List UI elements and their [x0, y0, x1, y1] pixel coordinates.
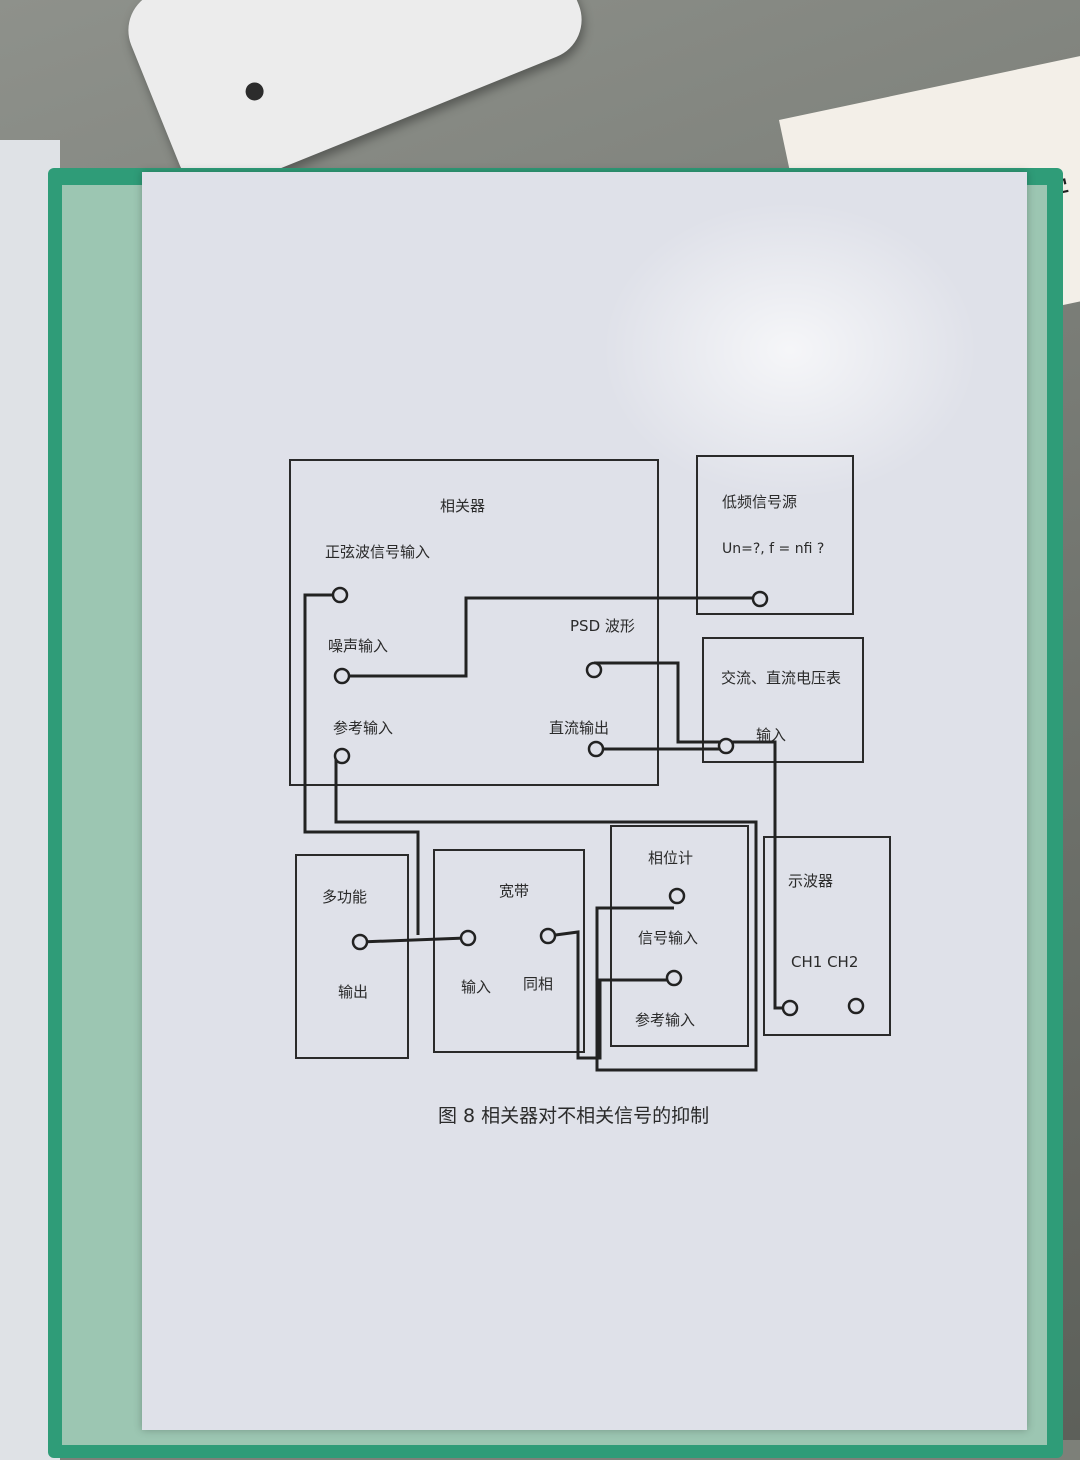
port-sine-input — [331, 586, 349, 604]
port-phase-ref — [665, 969, 683, 987]
psd-label: PSD 波形 — [570, 617, 635, 635]
port-dc-output — [587, 740, 605, 758]
figure-caption: 图 8 相关器对不相关信号的抑制 — [438, 1105, 709, 1127]
port-psd — [585, 661, 603, 679]
port-noise-input — [333, 667, 351, 685]
port-osc-ch2 — [847, 997, 865, 1015]
port-lf-source — [751, 590, 769, 608]
port-reference-input — [333, 747, 351, 765]
voltmeter-input-label: 输入 — [756, 726, 786, 744]
broadband-input-label: 输入 — [461, 978, 491, 996]
sine-input-label: 正弦波信号输入 — [325, 543, 430, 561]
circuit-diagram: 相关器 正弦波信号输入 噪声输入 PSD 波形 参考输入 直流输出 低频信号源 … — [289, 455, 891, 1127]
lf-source-box — [696, 455, 854, 615]
wire-psd — [594, 661, 790, 1010]
oscilloscope-channels: CH1 CH2 — [791, 953, 858, 971]
dc-output-label: 直流输出 — [549, 719, 609, 737]
port-broad-inphase — [539, 927, 557, 945]
phase-ref-label: 参考输入 — [635, 1011, 695, 1029]
multifunction-title: 多功能 — [322, 888, 367, 906]
lf-source-title: 低频信号源 — [722, 493, 797, 511]
port-phase-signal — [668, 887, 686, 905]
correlator-title: 相关器 — [440, 497, 485, 515]
port-osc-ch1 — [781, 999, 799, 1017]
wire-multi-broad — [359, 936, 467, 944]
broadband-title: 宽带 — [499, 882, 529, 900]
phase-meter-title: 相位计 — [648, 849, 693, 867]
port-voltmeter-input — [717, 737, 735, 755]
multifunction-box — [295, 854, 409, 1059]
reference-input-label: 参考输入 — [333, 719, 393, 737]
phase-signal-label: 信号输入 — [638, 929, 698, 947]
noise-input-label: 噪声输入 — [328, 637, 388, 655]
broadband-box — [433, 849, 585, 1053]
multifunction-output-label: 输出 — [338, 983, 368, 1001]
port-multi-output — [351, 933, 369, 951]
lf-source-params: Un=?, f = nfi ? — [722, 541, 824, 557]
voltmeter-title: 交流、直流电压表 — [721, 669, 841, 687]
oscilloscope-title: 示波器 — [788, 872, 833, 890]
port-broad-input — [459, 929, 477, 947]
broadband-inphase-label: 同相 — [523, 975, 553, 993]
